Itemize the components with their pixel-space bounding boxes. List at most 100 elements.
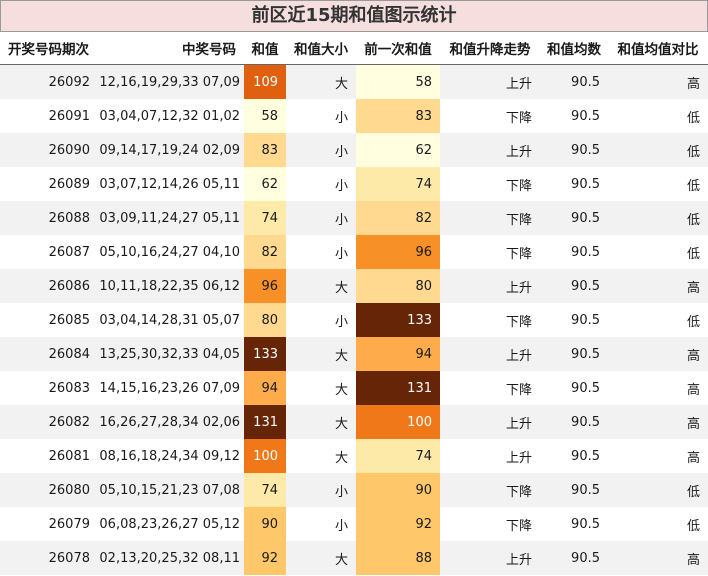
winning-numbers-cell: 05,10,15,21,23 07,08 bbox=[96, 473, 244, 507]
draw-issue-cell: 26079 bbox=[0, 507, 96, 541]
sum-size-cell: 小 bbox=[286, 507, 356, 541]
sum-cell: 90 bbox=[244, 507, 286, 541]
sum-cell: 92 bbox=[244, 541, 286, 575]
sum-trend-cell: 下降 bbox=[440, 99, 540, 133]
col-header-avg-compare: 和值均值对比 bbox=[608, 32, 708, 65]
sum-size-cell: 大 bbox=[286, 439, 356, 473]
sum-size-cell: 小 bbox=[286, 201, 356, 235]
sum-average-cell: 90.5 bbox=[540, 405, 608, 439]
sum-average-cell: 90.5 bbox=[540, 473, 608, 507]
sum-cell: 74 bbox=[244, 201, 286, 235]
avg-compare-cell: 高 bbox=[608, 405, 708, 439]
sum-trend-cell: 上升 bbox=[440, 133, 540, 167]
sum-size-cell: 小 bbox=[286, 133, 356, 167]
prev-sum-cell: 58 bbox=[356, 64, 440, 99]
prev-sum-cell: 80 bbox=[356, 269, 440, 303]
draw-issue-cell: 26085 bbox=[0, 303, 96, 337]
sum-trend-cell: 上升 bbox=[440, 269, 540, 303]
sum-average-cell: 90.5 bbox=[540, 507, 608, 541]
draw-issue-cell: 26092 bbox=[0, 64, 96, 99]
winning-numbers-cell: 03,04,07,12,32 01,02 bbox=[96, 99, 244, 133]
sum-trend-cell: 下降 bbox=[440, 303, 540, 337]
sum-trend-cell: 上升 bbox=[440, 439, 540, 473]
col-header-draw-issue: 开奖号码期次 bbox=[0, 32, 96, 65]
table-row: 26091 03,04,07,12,32 01,02 58 小 83 下降 90.5 低 bbox=[0, 99, 708, 133]
sum-average-cell: 90.5 bbox=[540, 167, 608, 201]
sum-average-cell: 90.5 bbox=[540, 201, 608, 235]
avg-compare-cell: 高 bbox=[608, 439, 708, 473]
draw-issue-cell: 26089 bbox=[0, 167, 96, 201]
table-row: 26079 06,08,23,26,27 05,12 90 小 92 下降 90.5 低 bbox=[0, 507, 708, 541]
sum-trend-cell: 下降 bbox=[440, 235, 540, 269]
table-row: 26088 03,09,11,24,27 05,11 74 小 82 下降 90.5 低 bbox=[0, 201, 708, 235]
sum-trend-cell: 上升 bbox=[440, 541, 540, 575]
sum-size-cell: 小 bbox=[286, 167, 356, 201]
sum-cell: 58 bbox=[244, 99, 286, 133]
sum-stats-table: 开奖号码期次 中奖号码 和值 和值大小 前一次和值 和值升降走势 和值均数 和值… bbox=[0, 32, 708, 575]
prev-sum-cell: 74 bbox=[356, 439, 440, 473]
col-header-winning-numbers: 中奖号码 bbox=[96, 32, 244, 65]
table-row: 26084 13,25,30,32,33 04,05 133 大 94 上升 90.5 高 bbox=[0, 337, 708, 371]
table-row: 26087 05,10,16,24,27 04,10 82 小 96 下降 90.5 低 bbox=[0, 235, 708, 269]
avg-compare-cell: 高 bbox=[608, 337, 708, 371]
draw-issue-cell: 26082 bbox=[0, 405, 96, 439]
sum-cell: 80 bbox=[244, 303, 286, 337]
draw-issue-cell: 26091 bbox=[0, 99, 96, 133]
winning-numbers-cell: 06,08,23,26,27 05,12 bbox=[96, 507, 244, 541]
draw-issue-cell: 26086 bbox=[0, 269, 96, 303]
sum-average-cell: 90.5 bbox=[540, 439, 608, 473]
sum-trend-cell: 下降 bbox=[440, 167, 540, 201]
draw-issue-cell: 26080 bbox=[0, 473, 96, 507]
draw-issue-cell: 26081 bbox=[0, 439, 96, 473]
winning-numbers-cell: 16,26,27,28,34 02,06 bbox=[96, 405, 244, 439]
sum-trend-cell: 上升 bbox=[440, 337, 540, 371]
sum-average-cell: 90.5 bbox=[540, 99, 608, 133]
avg-compare-cell: 高 bbox=[608, 64, 708, 99]
sum-size-cell: 大 bbox=[286, 64, 356, 99]
table-row: 26090 09,14,17,19,24 02,09 83 小 62 上升 90.5 低 bbox=[0, 133, 708, 167]
winning-numbers-cell: 02,13,20,25,32 08,11 bbox=[96, 541, 244, 575]
avg-compare-cell: 低 bbox=[608, 133, 708, 167]
draw-issue-cell: 26088 bbox=[0, 201, 96, 235]
sum-average-cell: 90.5 bbox=[540, 235, 608, 269]
table-body: 26092 12,16,19,29,33 07,09 109 大 58 上升 90.5 高 26… bbox=[0, 64, 708, 575]
sum-trend-cell: 下降 bbox=[440, 473, 540, 507]
prev-sum-cell: 131 bbox=[356, 371, 440, 405]
table-row: 26086 10,11,18,22,35 06,12 96 大 80 上升 90.5 高 bbox=[0, 269, 708, 303]
table-row: 26082 16,26,27,28,34 02,06 131 大 100 上升 90.5 高 bbox=[0, 405, 708, 439]
table-row: 26080 05,10,15,21,23 07,08 74 小 90 下降 90.5 低 bbox=[0, 473, 708, 507]
winning-numbers-cell: 09,14,17,19,24 02,09 bbox=[96, 133, 244, 167]
table-row: 26081 08,16,18,24,34 09,12 100 大 74 上升 90.5 高 bbox=[0, 439, 708, 473]
avg-compare-cell: 低 bbox=[608, 201, 708, 235]
sum-average-cell: 90.5 bbox=[540, 64, 608, 99]
header-row: 开奖号码期次 中奖号码 和值 和值大小 前一次和值 和值升降走势 和值均数 和值… bbox=[0, 32, 708, 65]
sum-cell: 109 bbox=[244, 64, 286, 99]
avg-compare-cell: 低 bbox=[608, 507, 708, 541]
sum-cell: 83 bbox=[244, 133, 286, 167]
sum-size-cell: 小 bbox=[286, 99, 356, 133]
table-row: 26085 03,04,14,28,31 05,07 80 小 133 下降 90.5 低 bbox=[0, 303, 708, 337]
sum-trend-cell: 下降 bbox=[440, 371, 540, 405]
sum-trend-cell: 下降 bbox=[440, 201, 540, 235]
sum-average-cell: 90.5 bbox=[540, 337, 608, 371]
sum-cell: 133 bbox=[244, 337, 286, 371]
sum-cell: 94 bbox=[244, 371, 286, 405]
sum-size-cell: 小 bbox=[286, 303, 356, 337]
prev-sum-cell: 133 bbox=[356, 303, 440, 337]
prev-sum-cell: 83 bbox=[356, 99, 440, 133]
avg-compare-cell: 低 bbox=[608, 473, 708, 507]
sum-trend-cell: 下降 bbox=[440, 507, 540, 541]
prev-sum-cell: 90 bbox=[356, 473, 440, 507]
winning-numbers-cell: 03,04,14,28,31 05,07 bbox=[96, 303, 244, 337]
sum-size-cell: 大 bbox=[286, 371, 356, 405]
avg-compare-cell: 高 bbox=[608, 541, 708, 575]
prev-sum-cell: 62 bbox=[356, 133, 440, 167]
avg-compare-cell: 低 bbox=[608, 99, 708, 133]
winning-numbers-cell: 03,09,11,24,27 05,11 bbox=[96, 201, 244, 235]
sum-cell: 131 bbox=[244, 405, 286, 439]
col-header-sum-trend: 和值升降走势 bbox=[440, 32, 540, 65]
sum-average-cell: 90.5 bbox=[540, 371, 608, 405]
sum-average-cell: 90.5 bbox=[540, 303, 608, 337]
avg-compare-cell: 低 bbox=[608, 235, 708, 269]
col-header-sum: 和值 bbox=[244, 32, 286, 65]
